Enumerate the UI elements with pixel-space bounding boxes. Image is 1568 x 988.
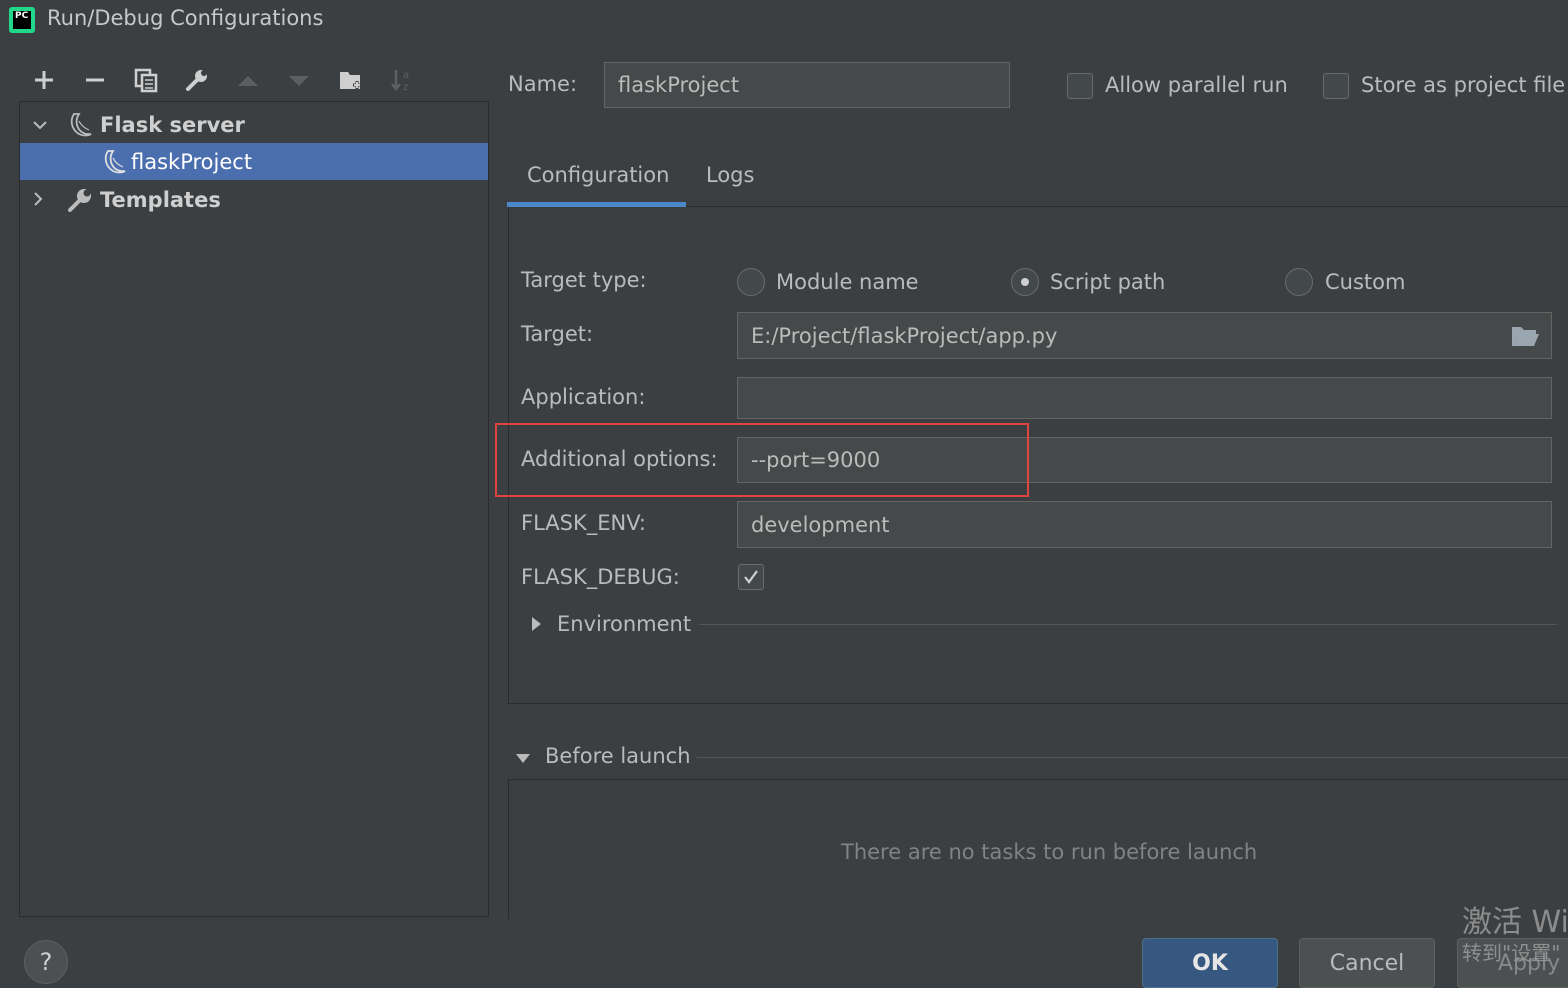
logo-text: PC xyxy=(13,11,31,29)
store-as-project-file-checkbox[interactable] xyxy=(1323,73,1349,99)
add-icon[interactable] xyxy=(28,64,60,96)
radio-script-path[interactable] xyxy=(1011,268,1039,296)
wrench-icon[interactable] xyxy=(181,64,213,96)
pycharm-logo-icon: PC xyxy=(9,7,35,33)
tree-item-flaskproject[interactable]: flaskProject xyxy=(20,143,488,180)
windows-activation-watermark-sub: 转到"设置" xyxy=(1462,941,1561,965)
target-label: Target: xyxy=(521,322,594,346)
radio-custom-label: Custom xyxy=(1325,270,1406,294)
radio-selected-dot xyxy=(1021,278,1029,286)
collapse-triangle-icon[interactable] xyxy=(514,751,532,765)
window-title: Run/Debug Configurations xyxy=(47,6,324,30)
checkmark-icon xyxy=(744,570,758,584)
radio-script-path-label: Script path xyxy=(1050,270,1166,294)
tree-item-label: flaskProject xyxy=(131,149,253,174)
target-value: E:/Project/flaskProject/app.py xyxy=(751,323,1058,348)
cancel-button[interactable]: Cancel xyxy=(1299,938,1435,988)
radio-module-name[interactable] xyxy=(737,268,765,296)
radio-module-name-label: Module name xyxy=(776,270,919,294)
flask-debug-checkbox[interactable] xyxy=(738,564,764,590)
application-label: Application: xyxy=(521,385,646,409)
target-type-label: Target type: xyxy=(521,268,647,292)
windows-activation-watermark: 激活 Wi xyxy=(1462,905,1568,940)
tree-templates-label: Templates xyxy=(100,187,221,212)
environment-separator xyxy=(699,624,1557,625)
tab-logs[interactable]: Logs xyxy=(706,163,754,187)
flask-env-label: FLASK_ENV: xyxy=(521,511,646,535)
allow-parallel-run-label: Allow parallel run xyxy=(1105,73,1288,97)
before-launch-empty-text: There are no tasks to run before launch xyxy=(841,840,1258,864)
ok-button[interactable]: OK xyxy=(1142,938,1278,988)
copy-icon[interactable] xyxy=(130,64,162,96)
chevron-down-icon[interactable] xyxy=(30,115,50,135)
move-up-icon[interactable] xyxy=(232,64,264,96)
svg-text:z: z xyxy=(403,82,408,93)
name-input[interactable]: flaskProject xyxy=(604,62,1010,108)
wrench-icon xyxy=(68,189,91,212)
title-bar: PC Run/Debug Configurations xyxy=(0,0,1568,40)
highlight-annotation-box xyxy=(495,423,1029,497)
sort-alphabetically-icon[interactable]: az xyxy=(386,64,418,96)
expand-triangle-icon[interactable] xyxy=(529,615,543,633)
environment-section-label[interactable]: Environment xyxy=(557,612,691,636)
allow-parallel-run-checkbox[interactable] xyxy=(1067,73,1093,99)
store-as-project-file-label: Store as project file xyxy=(1361,73,1566,97)
tree-group-label: Flask server xyxy=(100,112,245,137)
flask-debug-label: FLASK_DEBUG: xyxy=(521,565,680,589)
move-down-icon[interactable] xyxy=(283,64,315,96)
new-folder-icon[interactable] xyxy=(335,64,367,96)
flask-env-input[interactable]: development xyxy=(737,501,1552,548)
remove-icon[interactable] xyxy=(79,64,111,96)
flask-icon xyxy=(104,150,126,174)
help-button[interactable]: ? xyxy=(24,940,68,984)
configurations-tree[interactable]: Flask server flaskProject Templates xyxy=(19,101,489,917)
chevron-right-icon[interactable] xyxy=(28,189,48,209)
folder-browse-icon[interactable] xyxy=(1510,323,1540,349)
before-launch-label[interactable]: Before launch xyxy=(545,744,691,768)
svg-text:a: a xyxy=(403,70,409,81)
before-launch-separator xyxy=(697,757,1568,758)
tab-configuration[interactable]: Configuration xyxy=(527,163,669,187)
tree-group-templates[interactable]: Templates xyxy=(20,181,488,218)
tree-group-flask-server[interactable]: Flask server xyxy=(20,106,488,143)
application-input[interactable] xyxy=(737,377,1552,419)
flask-icon xyxy=(70,113,92,137)
radio-custom[interactable] xyxy=(1285,268,1313,296)
target-input[interactable]: E:/Project/flaskProject/app.py xyxy=(737,312,1552,359)
name-label: Name: xyxy=(508,72,578,96)
